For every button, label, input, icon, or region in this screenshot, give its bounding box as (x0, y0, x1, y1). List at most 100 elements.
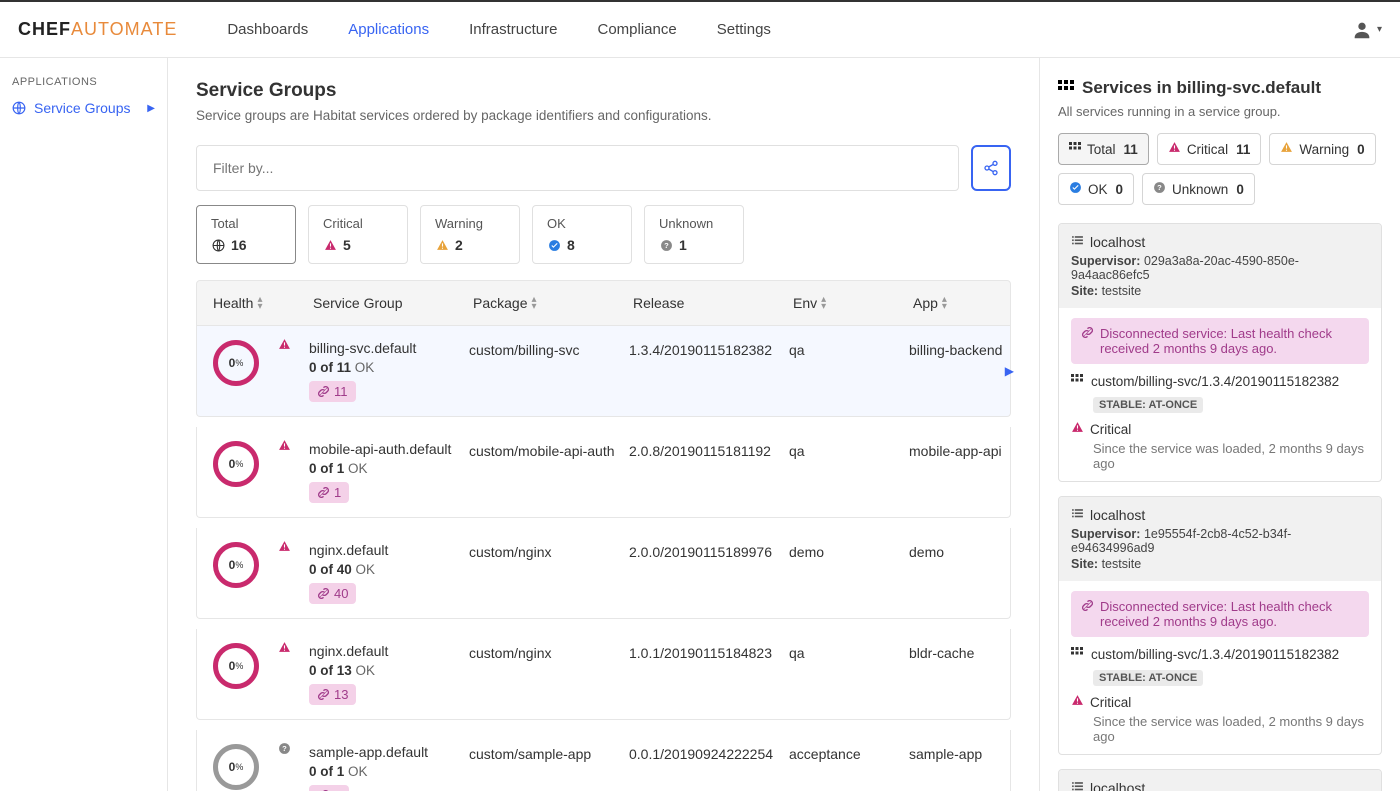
panel-desc: All services running in a service group. (1058, 104, 1382, 119)
critical-icon (1168, 141, 1181, 157)
stat-card-ok[interactable]: OK8 (532, 205, 632, 264)
package-cell: custom/sample-app (469, 744, 629, 762)
caret-right-icon: ▶ (1005, 364, 1014, 378)
service-cards: localhost Supervisor: 029a3a8a-20ac-4590… (1058, 223, 1382, 791)
chip-ok[interactable]: OK 0 (1058, 173, 1134, 205)
stat-card-total[interactable]: Total16 (196, 205, 296, 264)
table-row[interactable]: 0% nginx.default 0 of 13 OK 13 custom/ng… (196, 629, 1011, 720)
stat-card-critical[interactable]: Critical5 (308, 205, 408, 264)
col-app[interactable]: App▴▾ (913, 295, 1013, 311)
chip-unknown[interactable]: ? Unknown 0 (1142, 173, 1255, 205)
service-card[interactable]: localhost Supervisor: 1e95554f-2cb8-4c52… (1058, 496, 1382, 755)
table-row[interactable]: 0% billing-svc.default 0 of 11 OK 11 cus… (196, 326, 1011, 417)
unknown-icon: ? (1153, 181, 1166, 197)
filter-chips: Total 11 Critical 11 Warning 0 OK 0? Unk… (1058, 133, 1382, 205)
svg-text:?: ? (664, 241, 669, 250)
channel-tag: STABLE: AT-ONCE (1093, 397, 1203, 413)
health-ring: 0% (213, 643, 259, 689)
critical-icon (323, 238, 337, 252)
nav-infrastructure[interactable]: Infrastructure (469, 21, 557, 38)
health-ring: 0% (213, 441, 259, 487)
total-icon (1069, 142, 1081, 157)
list-icon (1071, 507, 1084, 523)
right-panel: Services in billing-svc.default All serv… (1040, 58, 1400, 791)
table-row[interactable]: 0% ? sample-app.default 0 of 1 OK 1 cust… (196, 730, 1011, 791)
package-cell: custom/mobile-api-auth (469, 441, 629, 459)
release-cell: 0.0.1/20190924222254 (629, 744, 789, 762)
health-cell: 0% ? (213, 744, 309, 790)
status-line: Critical (1071, 694, 1369, 710)
disconnected-badge: 40 (309, 583, 356, 604)
page-desc: Service groups are Habitat services orde… (196, 108, 1011, 123)
grid-icon (1058, 80, 1074, 96)
stat-card-unknown[interactable]: Unknown?1 (644, 205, 744, 264)
unknown-icon: ? (659, 238, 673, 252)
health-cell: 0% (213, 542, 309, 588)
host-name: localhost (1071, 780, 1369, 791)
app-cell: sample-app (909, 744, 1009, 762)
env-cell: acceptance (789, 744, 909, 762)
page-title: Service Groups (196, 80, 1011, 102)
nav-dashboards[interactable]: Dashboards (227, 21, 308, 38)
package-cell: custom/billing-svc (469, 340, 629, 358)
nav-compliance[interactable]: Compliance (598, 21, 677, 38)
stats-row: Total16Critical5Warning2OK8Unknown?1 (196, 205, 1011, 264)
filter-row (196, 145, 1011, 191)
health-cell: 0% (213, 441, 309, 487)
table-header: Health▴▾ Service Group Package▴▾ Release… (196, 280, 1011, 326)
chip-critical[interactable]: Critical 11 (1157, 133, 1262, 165)
grid-icon (1071, 374, 1083, 389)
service-card[interactable]: localhost Supervisor: 029a3a8a-20ac-4590… (1058, 223, 1382, 482)
service-group-cell: mobile-api-auth.default 0 of 1 OK 1 (309, 441, 469, 503)
package-line: custom/billing-svc/1.3.4/20190115182382 (1071, 374, 1369, 389)
sort-icon: ▴▾ (942, 296, 947, 310)
user-menu[interactable]: ▾ (1351, 19, 1382, 41)
link-broken-icon (1081, 599, 1094, 629)
app-cell: demo (909, 542, 1009, 560)
ok-icon (547, 238, 561, 252)
chip-warning[interactable]: Warning 0 (1269, 133, 1375, 165)
table-body: 0% billing-svc.default 0 of 11 OK 11 cus… (196, 326, 1011, 791)
disconnected-badge: 13 (309, 684, 356, 705)
host-name: localhost (1071, 234, 1369, 250)
filter-input[interactable] (196, 145, 959, 191)
warning-icon (435, 238, 449, 252)
status-line: Critical (1071, 421, 1369, 437)
sidebar-item-label: Service Groups (34, 100, 130, 116)
col-env[interactable]: Env▴▾ (793, 295, 913, 311)
grid-icon (1071, 647, 1083, 662)
sort-icon: ▴▾ (531, 296, 536, 310)
stat-card-warning[interactable]: Warning2 (420, 205, 520, 264)
nav-applications[interactable]: Applications (348, 21, 429, 38)
status-icon (278, 540, 291, 556)
status-icon: ? (278, 742, 291, 758)
sidebar-item-service-groups[interactable]: Service Groups ▶ (12, 100, 155, 116)
col-package[interactable]: Package▴▾ (473, 295, 633, 311)
status-icon (278, 641, 291, 657)
share-button[interactable] (971, 145, 1011, 191)
env-cell: qa (789, 643, 909, 661)
table-row[interactable]: 0% nginx.default 0 of 40 OK 40 custom/ng… (196, 528, 1011, 619)
env-cell: demo (789, 542, 909, 560)
col-health[interactable]: Health▴▾ (213, 295, 313, 311)
list-icon (1071, 780, 1084, 791)
package-line: custom/billing-svc/1.3.4/20190115182382 (1071, 647, 1369, 662)
logo: CHEFAUTOMATE (18, 19, 177, 40)
disconnected-badge: 11 (309, 381, 356, 402)
logo-chef: CHEF (18, 19, 71, 39)
link-broken-icon (1081, 326, 1094, 356)
service-card[interactable]: localhost Supervisor: 2fb65869-de1b-4341… (1058, 769, 1382, 791)
nav-settings[interactable]: Settings (717, 21, 771, 38)
table-row[interactable]: 0% mobile-api-auth.default 0 of 1 OK 1 c… (196, 427, 1011, 518)
disconnected-banner: Disconnected service: Last health check … (1071, 318, 1369, 364)
svg-text:?: ? (1157, 183, 1162, 192)
since-text: Since the service was loaded, 2 months 9… (1093, 441, 1369, 471)
chip-total[interactable]: Total 11 (1058, 133, 1149, 165)
health-ring: 0% (213, 340, 259, 386)
col-release: Release (633, 295, 793, 311)
service-group-cell: billing-svc.default 0 of 11 OK 11 (309, 340, 469, 402)
release-cell: 1.0.1/20190115184823 (629, 643, 789, 661)
package-cell: custom/nginx (469, 542, 629, 560)
service-group-cell: sample-app.default 0 of 1 OK 1 (309, 744, 469, 791)
host-name: localhost (1071, 507, 1369, 523)
